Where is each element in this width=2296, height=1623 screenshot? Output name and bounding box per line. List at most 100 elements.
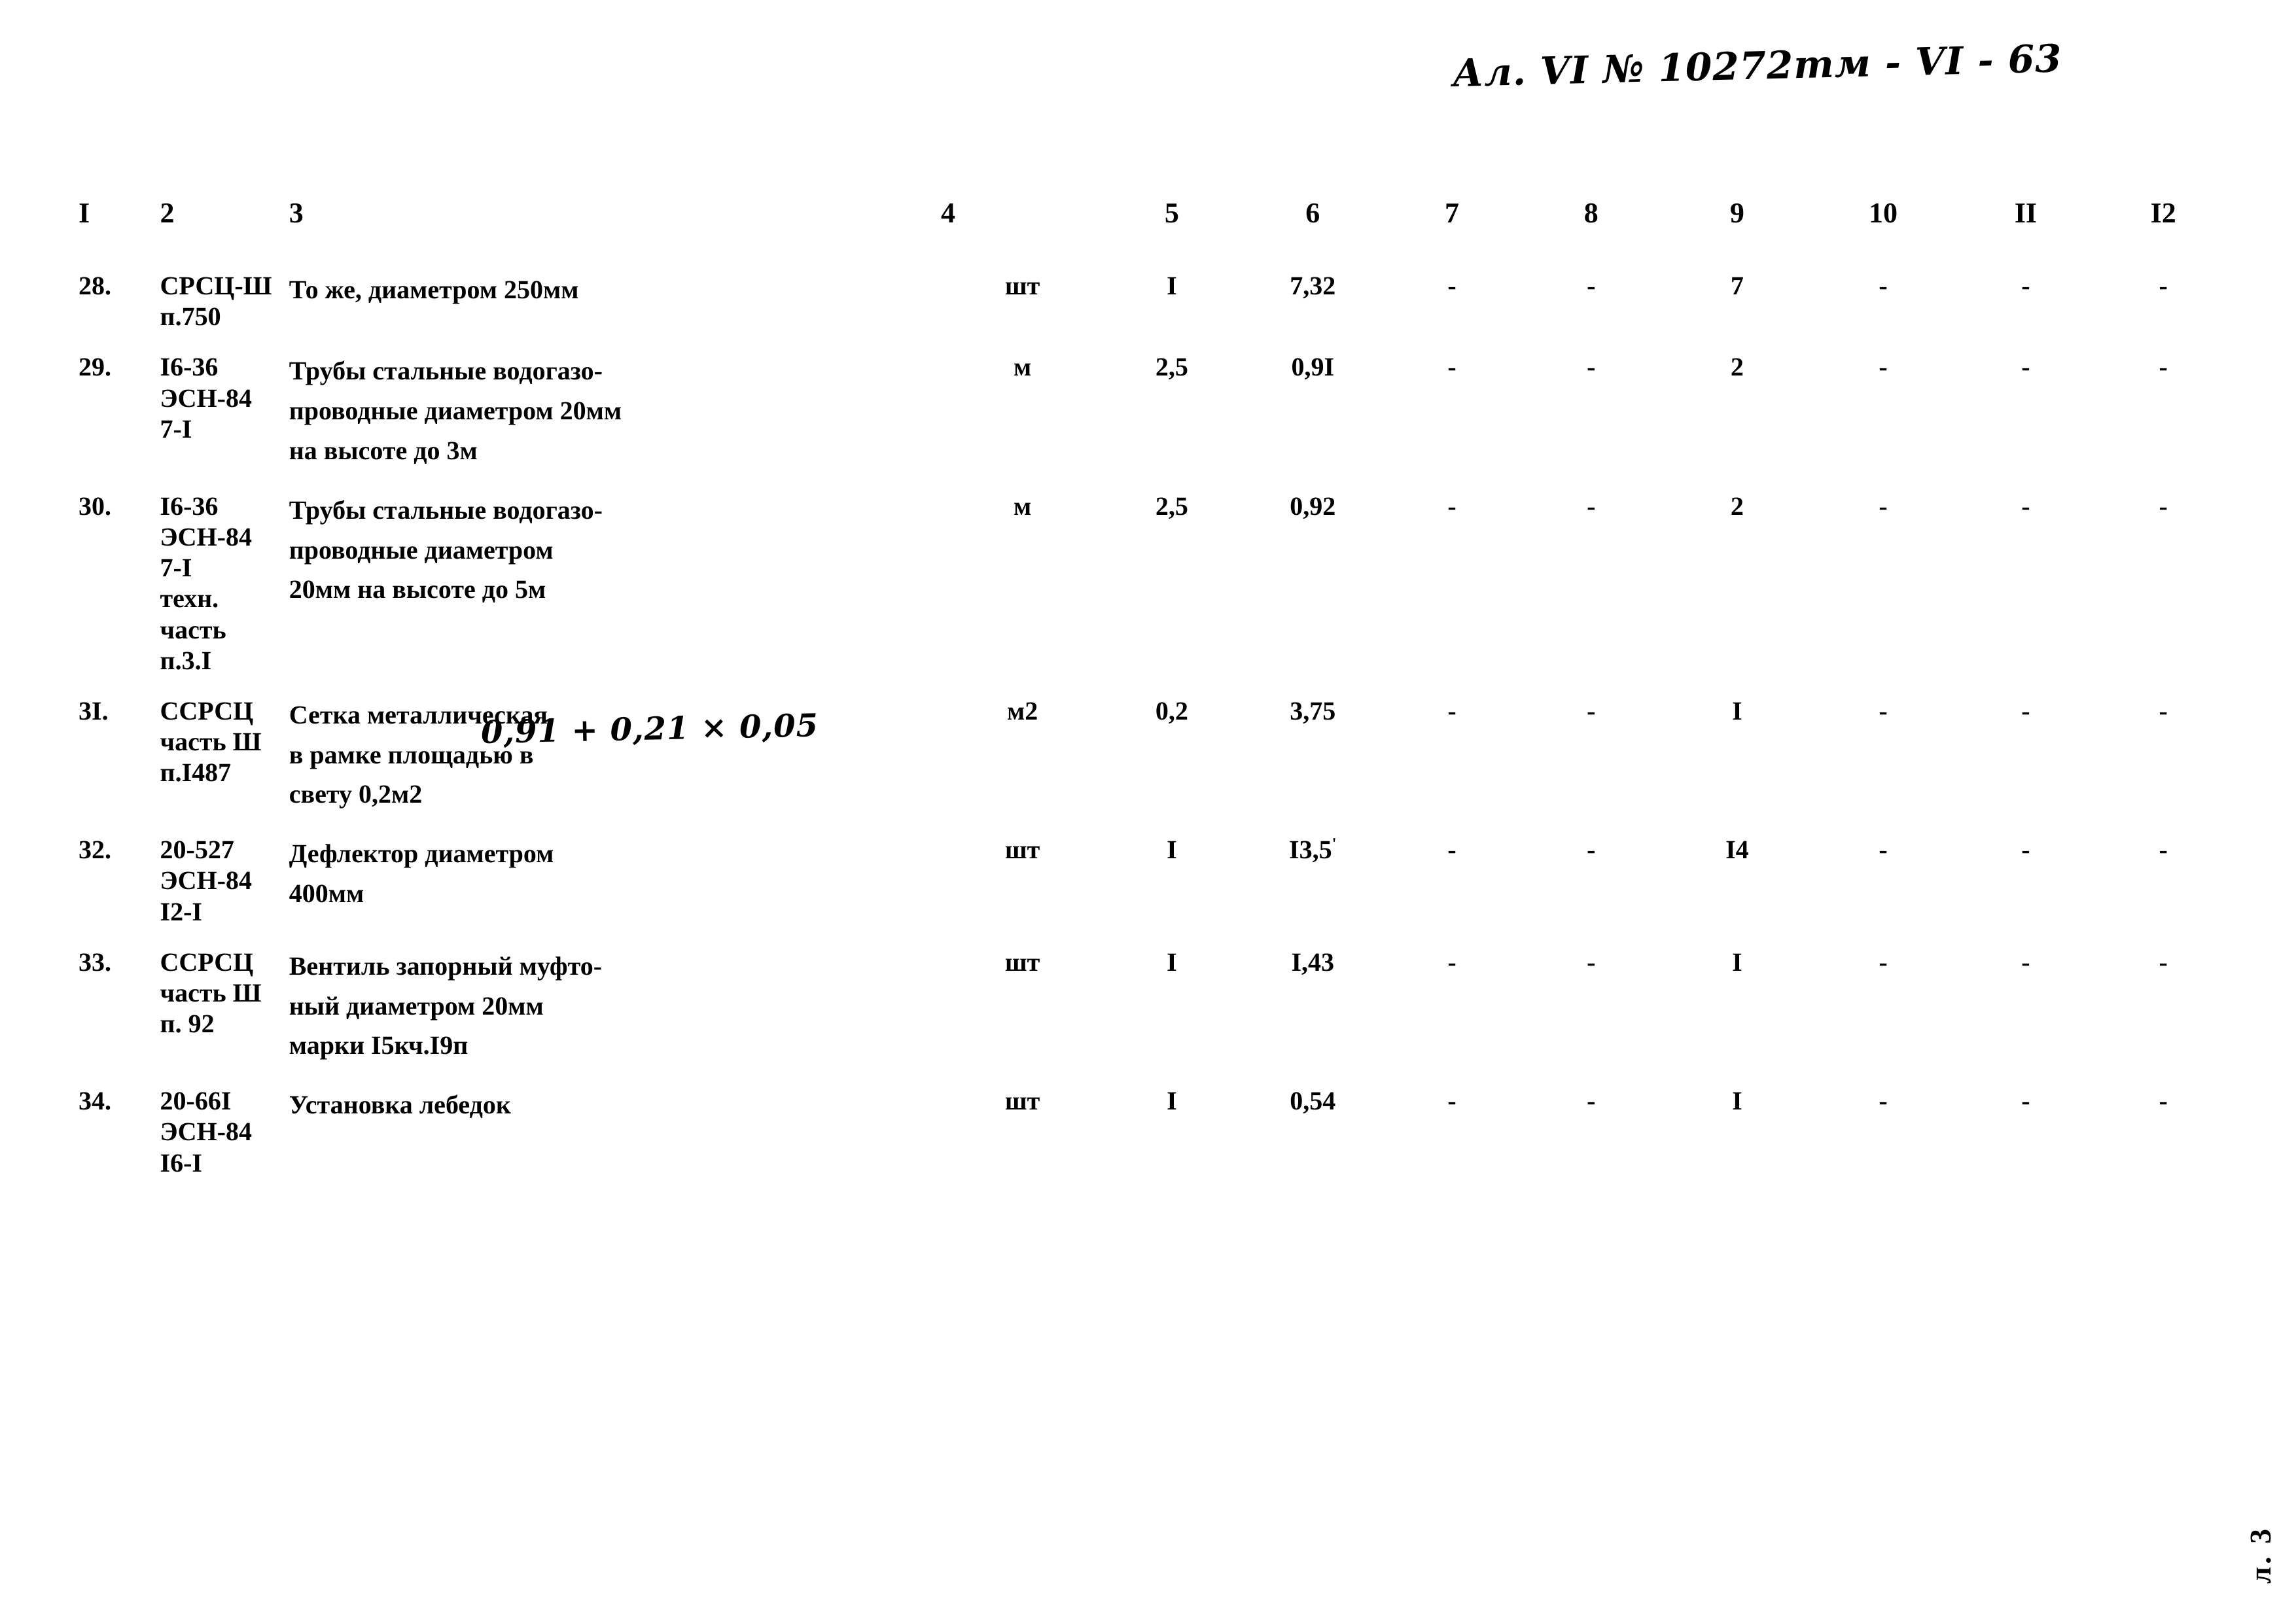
column-11-value: - [2021, 491, 2030, 521]
column-number-9: 9 [1729, 197, 1744, 229]
norm-code-line: часть Ш [160, 727, 262, 757]
column-number-2: 2 [160, 197, 175, 229]
work-description-line: 400мм [289, 879, 364, 909]
work-description-line: 20мм на высоте до 5м [289, 574, 546, 604]
row-position-number: 32. [79, 835, 111, 865]
norm-code-line: ЭСН-84 [160, 521, 252, 551]
column-number-6: 6 [1305, 197, 1320, 229]
column-8-value: - [1587, 1086, 1596, 1116]
scanned-document-page: Ал. VI № 10272тм - VI - 63 I 2 3 4 5 6 7 8 9 10 II… [0, 0, 2296, 1623]
quantity-value: I [1167, 947, 1177, 977]
unit-of-measure: м [1013, 491, 1032, 521]
norm-code-cell: I6-36 ЭСН-84 7-I [160, 351, 289, 490]
table-row: 30. I6-36 ЭСН-84 7-I техн. часть п.3.I Трубы ст… [79, 491, 2231, 695]
column-12-value: - [2159, 695, 2168, 725]
work-description-line: Вентиль запорный муфто- [289, 951, 603, 981]
column-12-value: - [2159, 491, 2168, 521]
work-description-cell: Трубы стальные водогазо-проводные диамет… [289, 491, 941, 695]
column-11-value: - [2021, 835, 2030, 865]
norm-code-line: п.I487 [160, 758, 232, 788]
quantity-value: I [1167, 1086, 1177, 1116]
unit-of-measure: м [1013, 352, 1032, 382]
column-6-value: 0,9I [1291, 352, 1335, 382]
norm-code-cell: I6-36 ЭСН-84 7-I техн. часть п.3.I [160, 491, 289, 695]
norm-code-cell: 20-527 ЭСН-84 I2-I [160, 834, 289, 947]
work-description-line: проводные диаметром 20мм [289, 396, 622, 426]
handwritten-document-reference: Ал. VI № 10272тм - VI - 63 [1452, 36, 2063, 96]
column-9-value: I4 [1725, 835, 1749, 865]
estimate-table-body: I 2 3 4 5 6 7 8 9 10 II I2 28. СРСЦ-Ш п.750 То же, диам… [79, 196, 2231, 1198]
column-10-value: - [1879, 491, 1888, 521]
column-10-value: - [1879, 271, 1888, 300]
norm-code-line: техн. [160, 584, 219, 614]
column-9-value: 2 [1730, 352, 1744, 382]
column-number-I2: I2 [2150, 197, 2176, 229]
column-number-7: 7 [1445, 197, 1459, 229]
table-row: 29. I6-36 ЭСН-84 7-I Трубы стальные водогазо… [79, 351, 2231, 490]
unit-of-measure: шт [1004, 271, 1040, 300]
quantity-value: I [1167, 835, 1177, 865]
column-9-value: I [1732, 947, 1742, 977]
norm-code-line: п.3.I [160, 645, 212, 675]
column-7-value: - [1447, 695, 1457, 725]
column-11-value: - [2021, 947, 2030, 977]
norm-code-line: 20-66I [160, 1086, 232, 1116]
column-7-value: - [1447, 491, 1457, 521]
column-11-value: - [2021, 695, 2030, 725]
column-number-I: I [79, 197, 90, 229]
column-9-value: 2 [1730, 491, 1744, 521]
column-7-value: - [1447, 1086, 1457, 1116]
estimate-table: I 2 3 4 5 6 7 8 9 10 II I2 28. СРСЦ-Ш п.750 То же, диам… [79, 196, 2231, 1198]
column-6-value: 0,92 [1290, 491, 1336, 521]
unit-of-measure: шт [1004, 1086, 1040, 1116]
work-description-line: Установка лебедок [289, 1090, 511, 1120]
quantity-value: 0,2 [1155, 695, 1188, 725]
norm-code-line: СРСЦ-Ш [160, 271, 272, 300]
column-6-value: 0,54 [1290, 1086, 1336, 1116]
work-description-line: марки I5кч.I9п [289, 1030, 468, 1060]
column-6-superscript-mark: ' [1332, 835, 1337, 853]
norm-code-line: часть Ш [160, 978, 262, 1008]
norm-code-line: 7-I [160, 553, 192, 583]
column-12-value: - [2159, 1086, 2168, 1116]
norm-code-line: п.750 [160, 302, 221, 332]
unit-of-measure: шт [1004, 947, 1040, 977]
work-description-cell: Трубы стальные водогазо-проводные диамет… [289, 351, 941, 490]
work-description-line: Трубы стальные водогазо- [289, 495, 603, 525]
column-8-value: - [1587, 352, 1596, 382]
column-10-value: - [1879, 947, 1888, 977]
column-6-value: 3,75 [1290, 695, 1336, 725]
column-9-value: I [1732, 1086, 1742, 1116]
work-description-line: То же, диаметром 250мм [289, 275, 579, 304]
norm-code-cell: СРСЦ-Ш п.750 [160, 270, 289, 351]
column-number-row: I 2 3 4 5 6 7 8 9 10 II I2 [79, 196, 2231, 270]
norm-code-line: I2-I [160, 896, 202, 926]
norm-code-cell: ССРСЦ часть Шп.I487 [160, 695, 289, 834]
column-10-value: - [1879, 352, 1888, 382]
column-number-4: 4 [941, 197, 956, 229]
norm-code-line: I6-36 [160, 491, 219, 521]
quantity-value: 2,5 [1155, 352, 1188, 382]
work-description-cell: Установка лебедок [289, 1085, 941, 1198]
norm-code-cell: 20-66I ЭСН-84 I6-I [160, 1085, 289, 1198]
column-8-value: - [1587, 271, 1596, 300]
column-7-value: - [1447, 835, 1457, 865]
row-position-number: 34. [79, 1086, 111, 1116]
row-position-number: 29. [79, 352, 111, 382]
column-7-value: - [1447, 352, 1457, 382]
work-description-cell: Дефлектор диаметром 400мм [289, 834, 941, 947]
work-description-line: Дефлектор диаметром [289, 839, 554, 869]
row-position-number: 28. [79, 271, 111, 300]
work-description-line: свету 0,2м2 [289, 779, 423, 809]
column-11-value: - [2021, 352, 2030, 382]
table-row: 33. ССРСЦ часть Шп. 92 Вентиль запорный муф… [79, 947, 2231, 1085]
unit-of-measure: шт [1004, 835, 1040, 865]
table-row: 3I. ССРСЦ часть Шп.I487 Сетка металлическая… [79, 695, 2231, 834]
column-8-value: - [1587, 835, 1596, 865]
column-8-value: - [1587, 695, 1596, 725]
norm-code-line: 7-I [160, 413, 192, 444]
column-12-value: - [2159, 271, 2168, 300]
table-row: 32. 20-527 ЭСН-84 I2-I Дефлектор диаметром 40… [79, 834, 2231, 947]
column-12-value: - [2159, 352, 2168, 382]
column-6-value: I,43 [1291, 947, 1335, 977]
